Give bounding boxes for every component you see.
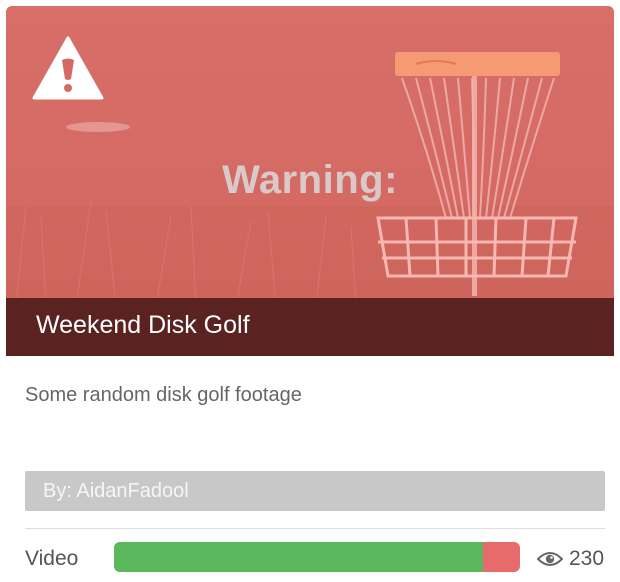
video-thumbnail[interactable]: Warning: Weekend Disk Golf <box>6 6 614 356</box>
view-count-value: 230 <box>569 547 605 570</box>
video-description: Some random disk golf footage <box>25 384 302 406</box>
like-ratio-fill <box>114 542 483 572</box>
video-card[interactable]: Warning: Weekend Disk Golf Some random d… <box>6 6 614 576</box>
divider <box>25 528 605 529</box>
warning-label: Warning: <box>222 158 398 202</box>
media-type-label: Video <box>25 547 79 570</box>
warning-triangle-icon <box>32 36 104 100</box>
view-count: 230 <box>537 547 604 571</box>
eye-icon <box>537 552 563 566</box>
author-label: By: AidanFadool <box>43 480 189 502</box>
author-link[interactable]: By: AidanFadool <box>25 471 605 511</box>
like-ratio-bar <box>114 542 520 572</box>
video-title[interactable]: Weekend Disk Golf <box>36 311 250 340</box>
